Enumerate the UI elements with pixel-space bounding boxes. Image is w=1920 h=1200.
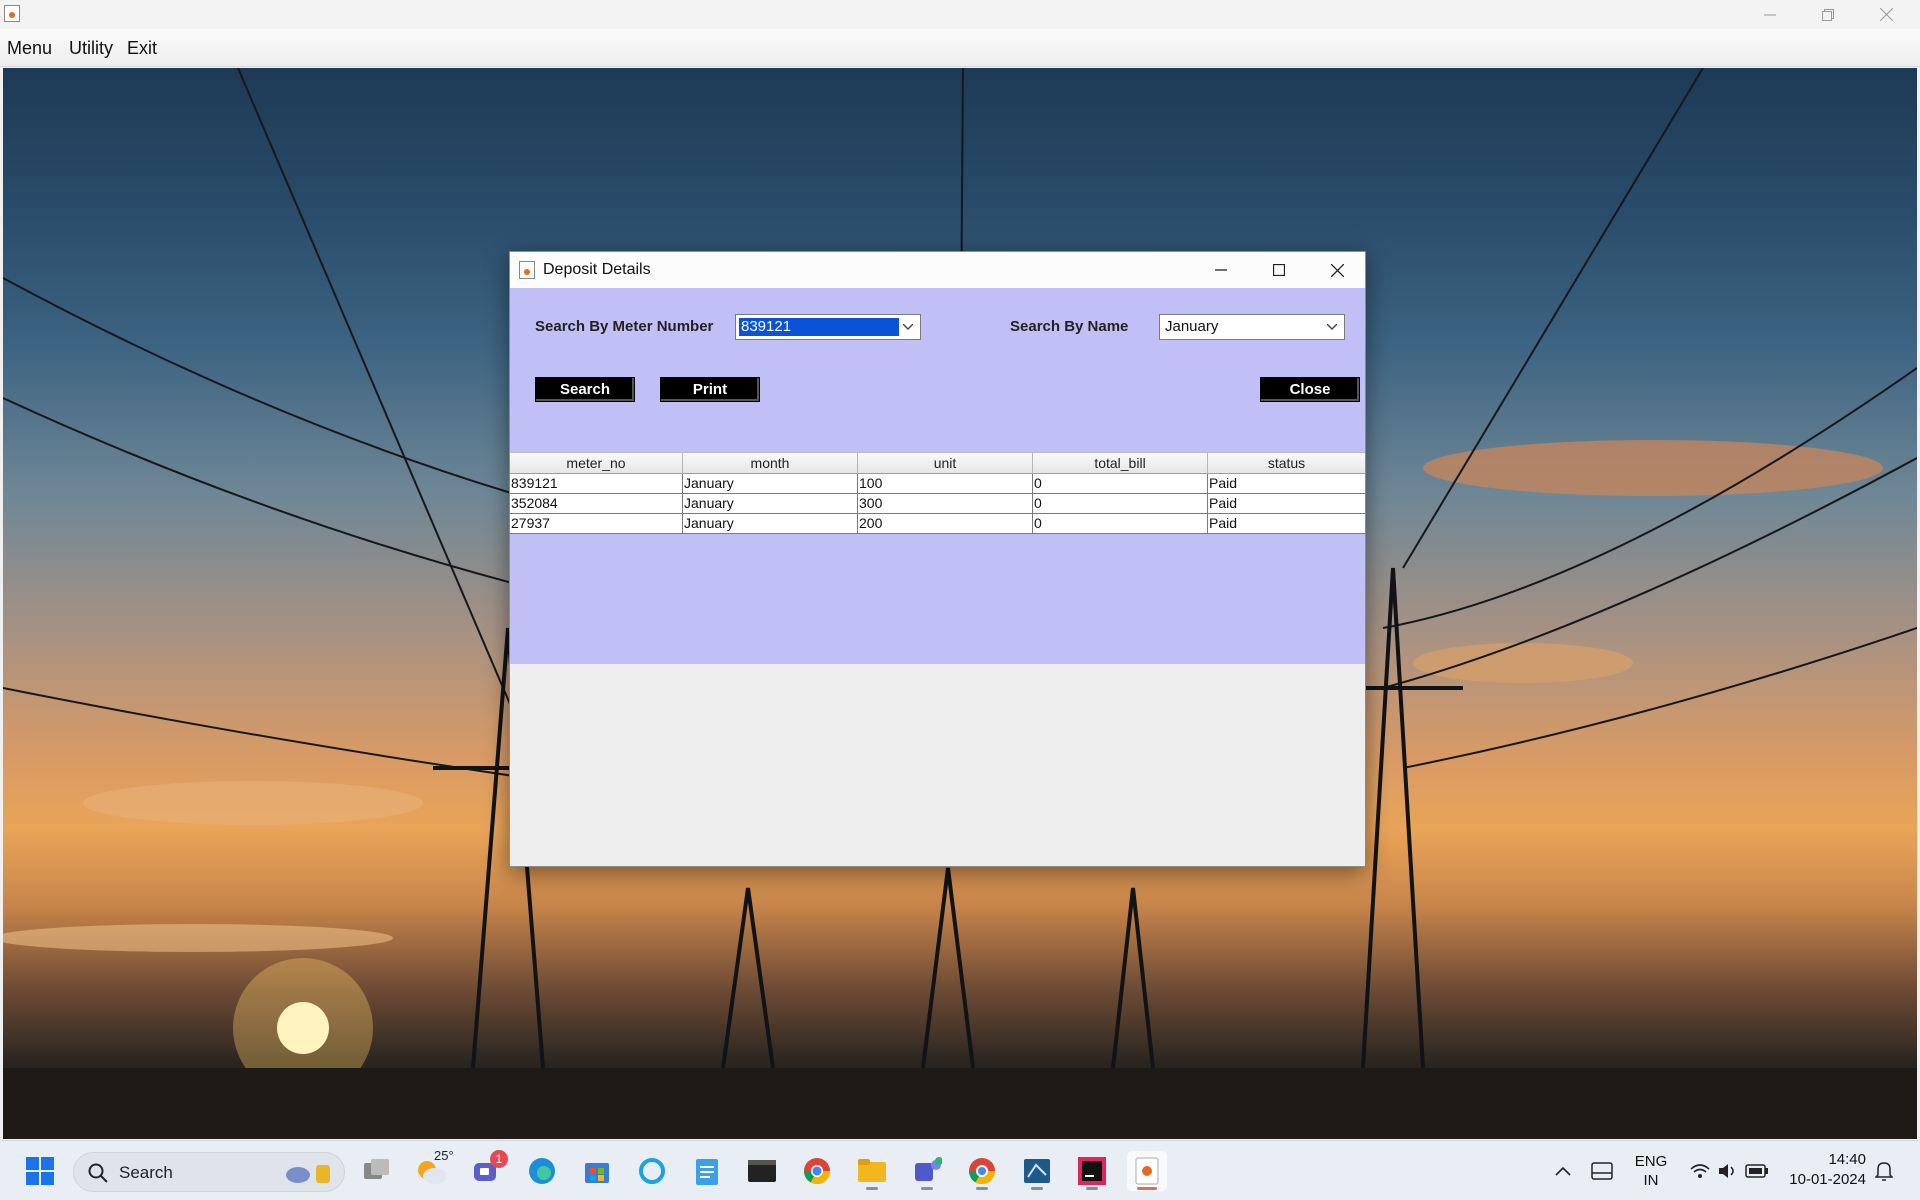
dialog-title: Deposit Details bbox=[543, 261, 651, 278]
column-header-meter-no[interactable]: meter_no bbox=[510, 453, 683, 474]
cell-meter-no: 839121 bbox=[510, 474, 683, 493]
column-header-status[interactable]: status bbox=[1208, 453, 1365, 474]
dialog-maximize-button[interactable] bbox=[1250, 252, 1308, 288]
task-view-icon[interactable] bbox=[357, 1151, 397, 1191]
cell-meter-no: 352084 bbox=[510, 494, 683, 513]
app-close-button[interactable] bbox=[1857, 0, 1915, 29]
taskbar-search-label: Search bbox=[119, 1163, 173, 1182]
teams-chat-icon[interactable]: 1 bbox=[467, 1150, 508, 1191]
restore-icon bbox=[1822, 8, 1834, 21]
column-header-total-bill[interactable]: total_bill bbox=[1033, 453, 1208, 474]
menu-item-menu[interactable]: Menu bbox=[4, 34, 55, 63]
running-indicator bbox=[976, 1187, 988, 1190]
touch-keyboard-icon[interactable] bbox=[1582, 1151, 1622, 1191]
mysql-workbench-icon[interactable] bbox=[1017, 1151, 1057, 1191]
menu-item-utility[interactable]: Utility bbox=[66, 34, 116, 63]
dialog-content-panel: Search By Meter Number 839121 Search By … bbox=[510, 288, 1365, 664]
cell-meter-no: 27937 bbox=[510, 514, 683, 533]
table-row[interactable]: 352084 January 300 0 Paid bbox=[510, 494, 1365, 514]
store-icon[interactable] bbox=[577, 1151, 617, 1191]
menu-item-exit[interactable]: Exit bbox=[124, 34, 160, 63]
close-button[interactable]: Close bbox=[1260, 377, 1360, 402]
teams-badge: 1 bbox=[490, 1150, 508, 1168]
cell-status: Paid bbox=[1209, 475, 1238, 491]
edge-icon[interactable] bbox=[522, 1151, 562, 1191]
chrome-dev-icon[interactable] bbox=[962, 1151, 1002, 1191]
active-indicator bbox=[1137, 1187, 1157, 1190]
java-icon[interactable] bbox=[1127, 1151, 1167, 1191]
running-indicator bbox=[921, 1187, 933, 1190]
java-app-icon bbox=[4, 5, 20, 22]
terminal-icon[interactable] bbox=[742, 1151, 782, 1191]
search-by-name-label: Search By Name bbox=[1010, 318, 1129, 335]
language-bottom: IN bbox=[1643, 1172, 1659, 1189]
java-app-icon bbox=[519, 261, 535, 279]
cell-month: January bbox=[683, 474, 858, 493]
app-titlebar bbox=[0, 0, 1920, 29]
column-header-month[interactable]: month bbox=[683, 453, 858, 474]
cell-month: January bbox=[683, 514, 858, 533]
print-button[interactable]: Print bbox=[660, 377, 760, 402]
cell-unit: 300 bbox=[858, 494, 1033, 513]
cell-total-bill: 0 bbox=[1033, 474, 1208, 493]
cell-status: Paid bbox=[1209, 495, 1238, 511]
chrome-icon[interactable] bbox=[797, 1151, 837, 1191]
meter-number-combobox[interactable]: 839121 bbox=[735, 314, 921, 340]
meter-number-label: Search By Meter Number bbox=[535, 318, 714, 335]
battery-icon[interactable] bbox=[1737, 1151, 1777, 1191]
dialog-minimize-button[interactable] bbox=[1192, 252, 1250, 288]
intellij-icon[interactable] bbox=[1072, 1151, 1112, 1191]
chevron-down-icon[interactable] bbox=[1323, 318, 1341, 336]
running-indicator bbox=[866, 1187, 878, 1190]
dialog-titlebar: Deposit Details bbox=[510, 252, 1365, 288]
chevron-up-icon[interactable] bbox=[1543, 1151, 1583, 1191]
table-empty-area bbox=[510, 664, 1365, 866]
cell-total-bill: 0 bbox=[1033, 514, 1208, 533]
language-top: ENG bbox=[1634, 1153, 1668, 1170]
column-header-unit[interactable]: unit bbox=[858, 453, 1033, 474]
taskbar-search-box[interactable]: Search bbox=[73, 1152, 345, 1192]
month-value: January bbox=[1165, 318, 1219, 335]
app-minimize-button[interactable] bbox=[1741, 0, 1799, 29]
table-row[interactable]: 839121 January 100 0 Paid bbox=[510, 474, 1365, 494]
minimize-icon bbox=[1764, 14, 1776, 15]
notepad-icon[interactable] bbox=[687, 1151, 727, 1191]
taskbar: Search 25° 1 ENG IN 14:40 10-01-2024 bbox=[0, 1140, 1920, 1200]
search-highlight-icon bbox=[286, 1165, 330, 1183]
cell-status: Paid bbox=[1209, 515, 1238, 531]
language-indicator[interactable]: ENG IN bbox=[1628, 1152, 1674, 1192]
deposit-details-dialog: Deposit Details Search By Meter Number 8… bbox=[509, 251, 1366, 867]
cell-unit: 200 bbox=[858, 514, 1033, 533]
cortana-icon[interactable] bbox=[632, 1151, 672, 1191]
cell-total-bill: 0 bbox=[1033, 494, 1208, 513]
weather-icon[interactable]: 25° bbox=[412, 1148, 454, 1191]
running-indicator bbox=[1031, 1187, 1043, 1190]
windows-start-icon[interactable] bbox=[20, 1151, 60, 1191]
close-icon bbox=[1330, 263, 1344, 277]
table-row[interactable]: 27937 January 200 0 Paid bbox=[510, 514, 1365, 534]
cell-month: January bbox=[683, 494, 858, 513]
search-button[interactable]: Search bbox=[535, 377, 635, 402]
maximize-icon bbox=[1273, 264, 1285, 276]
search-icon bbox=[88, 1163, 108, 1183]
month-combobox[interactable]: January bbox=[1159, 314, 1345, 340]
meter-number-value: 839121 bbox=[738, 317, 900, 337]
running-indicator bbox=[1086, 1187, 1098, 1190]
cell-unit: 100 bbox=[858, 474, 1033, 493]
minimize-icon bbox=[1215, 269, 1227, 271]
weather-temp: 25° bbox=[434, 1148, 454, 1163]
teams-icon[interactable] bbox=[907, 1151, 947, 1191]
table-header: meter_no month unit total_bill status bbox=[510, 452, 1365, 474]
notification-bell-icon[interactable] bbox=[1864, 1151, 1904, 1191]
app-menubar: Menu Utility Exit bbox=[0, 29, 1920, 67]
app-restore-button[interactable] bbox=[1799, 0, 1857, 29]
dialog-close-button[interactable] bbox=[1308, 252, 1366, 288]
file-explorer-icon[interactable] bbox=[852, 1151, 892, 1191]
close-icon bbox=[1879, 8, 1893, 21]
chevron-down-icon[interactable] bbox=[899, 318, 917, 336]
